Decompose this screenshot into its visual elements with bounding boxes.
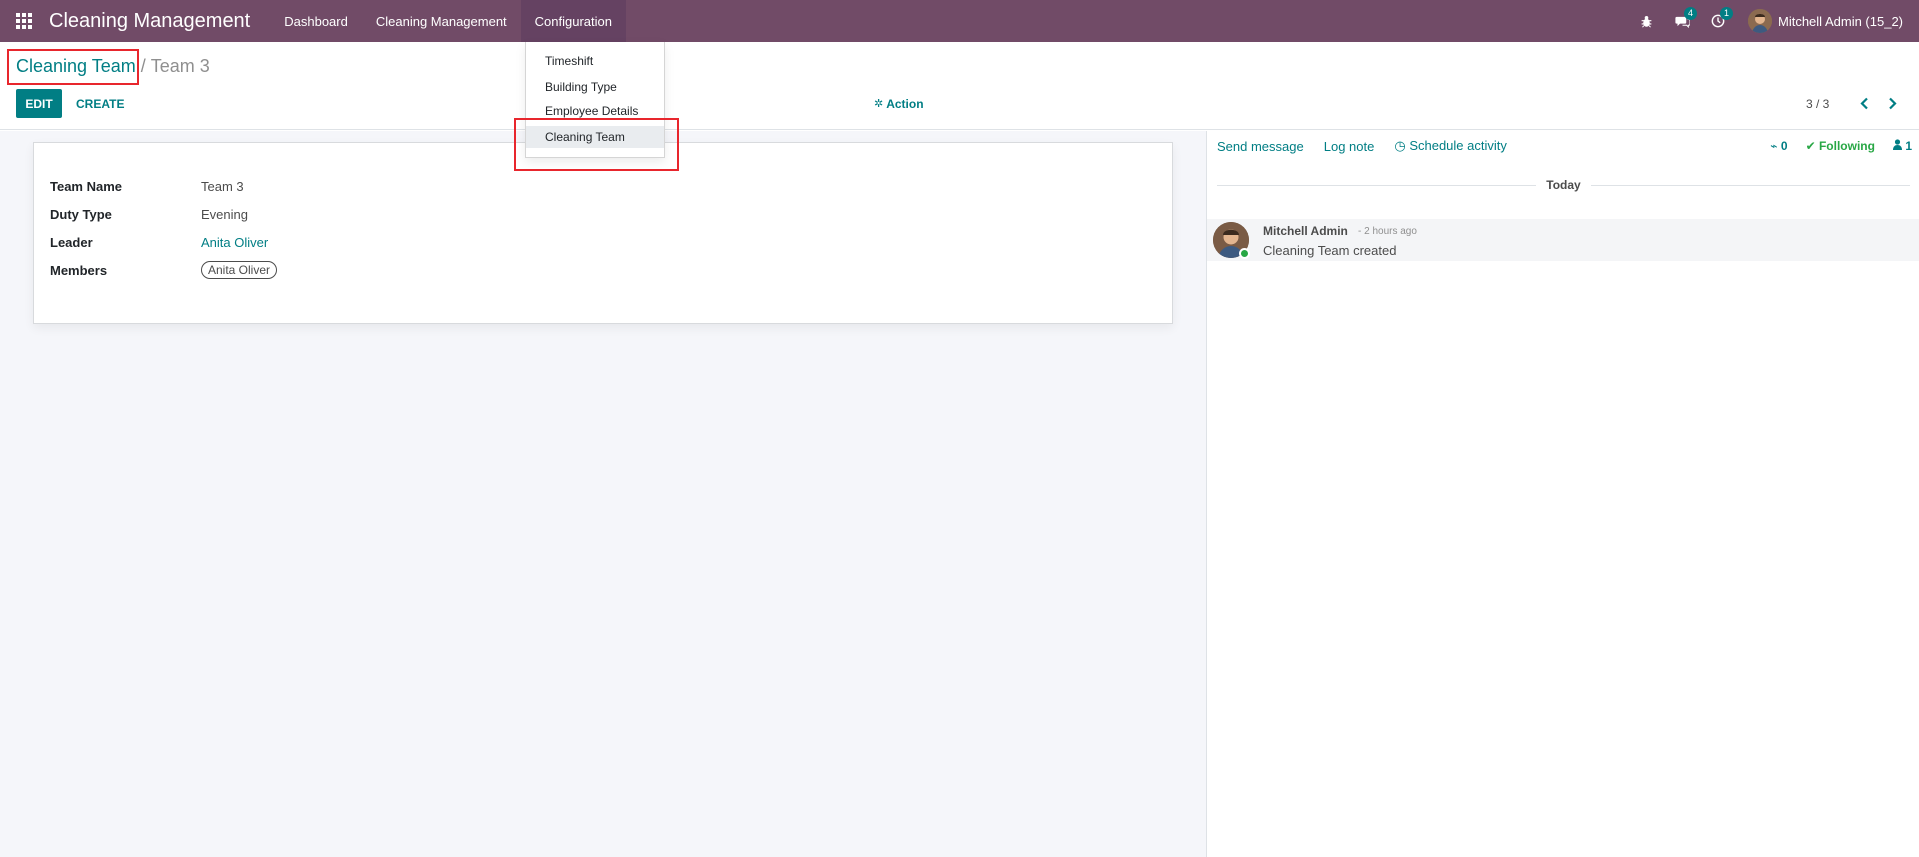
message-date: - 2 hours ago bbox=[1358, 226, 1417, 237]
field-leader: Leader Anita Oliver bbox=[50, 235, 268, 250]
user-name: Mitchell Admin (15_2) bbox=[1778, 13, 1903, 29]
apps-grid-icon bbox=[16, 13, 32, 29]
schedule-activity-label: Schedule activity bbox=[1409, 138, 1507, 153]
dropdown-item-timeshift[interactable]: Timeshift bbox=[526, 50, 664, 72]
members-label: Members bbox=[50, 262, 108, 278]
pager: 3 / 3 bbox=[1806, 89, 1905, 118]
leader-label: Leader bbox=[50, 235, 93, 250]
action-button[interactable]: ✲ Action bbox=[874, 89, 924, 118]
breadcrumb: Cleaning Team / Team 3 bbox=[16, 56, 210, 77]
top-navbar: Cleaning Management Dashboard Cleaning M… bbox=[0, 0, 1919, 42]
chevron-right-icon bbox=[1889, 97, 1897, 110]
menu-cleaning-management[interactable]: Cleaning Management bbox=[362, 0, 521, 42]
duty-type-value: Evening bbox=[201, 207, 248, 222]
form-view: Team Name Team 3 Duty Type Evening Leade… bbox=[0, 131, 1206, 857]
followers-count: 1 bbox=[1905, 139, 1912, 153]
create-button[interactable]: CREATE bbox=[76, 89, 124, 118]
field-duty-type: Duty Type Evening bbox=[50, 207, 248, 222]
chatter: Send message Log note ◷ Schedule activit… bbox=[1206, 131, 1919, 857]
dropdown-item-cleaning-team[interactable]: Cleaning Team bbox=[526, 126, 664, 148]
following-label: Following bbox=[1818, 139, 1875, 153]
menu-dashboard[interactable]: Dashboard bbox=[270, 0, 362, 42]
message-body: Cleaning Team created bbox=[1263, 243, 1397, 258]
dropdown-item-employee-details[interactable]: Employee Details bbox=[526, 100, 664, 122]
dropdown-item-building-type[interactable]: Building Type bbox=[526, 76, 664, 98]
breadcrumb-cleaning-team-link[interactable]: Cleaning Team bbox=[16, 56, 136, 77]
configuration-dropdown: Timeshift Building Type Employee Details… bbox=[525, 42, 665, 158]
activities-count-badge: 1 bbox=[1720, 7, 1734, 20]
leader-link[interactable]: Anita Oliver bbox=[201, 235, 268, 250]
messages-icon[interactable]: 4 bbox=[1664, 0, 1700, 42]
breadcrumb-current: Team 3 bbox=[150, 56, 210, 76]
gear-icon: ✲ bbox=[874, 98, 884, 110]
message-author[interactable]: Mitchell Admin bbox=[1263, 224, 1348, 238]
field-team-name: Team Name Team 3 bbox=[50, 179, 244, 194]
app-title[interactable]: Cleaning Management bbox=[49, 10, 250, 33]
form-sheet: Team Name Team 3 Duty Type Evening Leade… bbox=[33, 142, 1173, 324]
user-avatar bbox=[1748, 9, 1772, 33]
chatter-topbar: Send message Log note ◷ Schedule activit… bbox=[1207, 131, 1919, 161]
user-icon bbox=[1892, 139, 1902, 150]
chatter-message[interactable]: Mitchell Admin - 2 hours ago Cleaning Te… bbox=[1207, 219, 1919, 261]
pager-value[interactable]: 3 / 3 bbox=[1806, 97, 1829, 111]
control-panel: Cleaning Team / Team 3 EDIT CREATE ✲ Act… bbox=[0, 42, 1919, 130]
check-icon: ✔ bbox=[1805, 139, 1816, 153]
following-button[interactable]: ✔ Following bbox=[1806, 139, 1875, 153]
action-label: Action bbox=[886, 96, 924, 111]
team-name-value: Team 3 bbox=[201, 179, 244, 194]
member-tag[interactable]: Anita Oliver bbox=[201, 261, 278, 279]
apps-menu-button[interactable] bbox=[0, 0, 48, 42]
messages-count-badge: 4 bbox=[1684, 7, 1698, 20]
attachments-count: 0 bbox=[1780, 139, 1788, 153]
duty-type-label: Duty Type bbox=[50, 207, 112, 222]
attachments-button[interactable]: ⌁ 0 bbox=[1770, 139, 1787, 153]
clock-icon: ◷ bbox=[1394, 138, 1406, 153]
edit-button[interactable]: EDIT bbox=[16, 89, 62, 118]
pager-next-button[interactable] bbox=[1879, 89, 1905, 118]
team-name-label: Team Name bbox=[50, 179, 123, 194]
user-menu[interactable]: Mitchell Admin (15_2) bbox=[1736, 0, 1919, 42]
followers-button[interactable]: 1 bbox=[1892, 139, 1912, 153]
breadcrumb-separator: / bbox=[140, 56, 146, 76]
log-note-button[interactable]: Log note bbox=[1324, 139, 1375, 154]
debug-bug-icon[interactable] bbox=[1628, 0, 1664, 42]
field-members: Members Anita Oliver bbox=[50, 261, 278, 279]
date-separator-label: Today bbox=[1546, 178, 1581, 192]
chevron-left-icon bbox=[1860, 97, 1868, 110]
menu-configuration[interactable]: Configuration bbox=[520, 0, 626, 42]
send-message-button[interactable]: Send message bbox=[1217, 139, 1304, 154]
paperclip-icon: ⌁ bbox=[1770, 139, 1778, 153]
date-separator: Today bbox=[1207, 177, 1919, 193]
activities-clock-icon[interactable]: 1 bbox=[1700, 0, 1736, 42]
schedule-activity-button[interactable]: ◷ Schedule activity bbox=[1394, 138, 1507, 154]
online-status-icon bbox=[1239, 248, 1250, 259]
pager-previous-button[interactable] bbox=[1851, 89, 1877, 118]
